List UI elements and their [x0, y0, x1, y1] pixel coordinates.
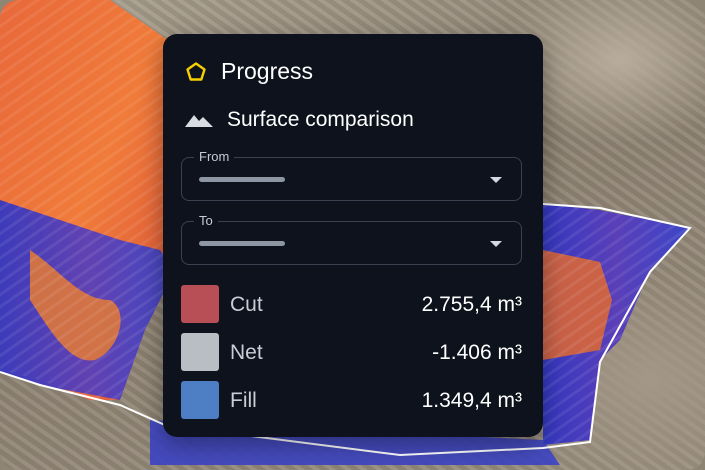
net-swatch — [181, 333, 219, 371]
cut-swatch — [181, 285, 219, 323]
legend-row-cut: Cut 2.755,4 m³ — [181, 285, 522, 323]
progress-panel: Progress Surface comparison From To Cut … — [163, 34, 543, 437]
cut-label: Cut — [230, 293, 263, 316]
panel-header: Progress — [185, 58, 313, 85]
mountain-icon — [185, 115, 213, 127]
to-select[interactable]: To — [181, 213, 522, 265]
pentagon-icon — [186, 61, 206, 81]
to-label: To — [194, 213, 218, 229]
caret-down-icon[interactable] — [490, 177, 502, 183]
from-label: From — [194, 149, 235, 165]
to-value-placeholder — [199, 241, 285, 246]
fill-value: 1.349,4 m³ — [421, 389, 522, 412]
fill-label: Fill — [230, 389, 257, 412]
fill-swatch — [181, 381, 219, 419]
caret-down-icon[interactable] — [490, 241, 502, 247]
panel-title: Progress — [221, 58, 314, 84]
surface-comparison-title: Surface comparison — [227, 108, 414, 131]
legend-row-fill: Fill 1.349,4 m³ — [181, 381, 522, 419]
net-value: -1.406 m³ — [432, 341, 522, 364]
from-select[interactable]: From — [181, 149, 522, 201]
surface-comparison-header: Surface comparison — [183, 108, 414, 132]
net-label: Net — [230, 341, 263, 364]
legend-row-net: Net -1.406 m³ — [181, 333, 522, 371]
cut-value: 2.755,4 m³ — [421, 293, 522, 316]
from-value-placeholder — [199, 177, 285, 182]
